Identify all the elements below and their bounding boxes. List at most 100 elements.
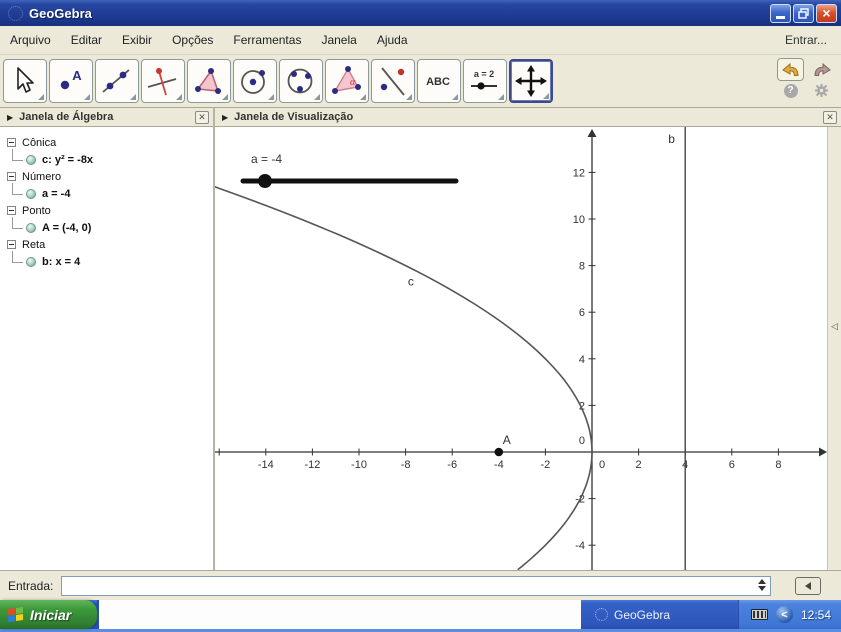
x-tick-label: -14 bbox=[258, 459, 274, 471]
restore-button[interactable] bbox=[793, 3, 814, 23]
panel-arrow-icon[interactable]: ▶ bbox=[222, 113, 228, 122]
visibility-sphere-icon[interactable] bbox=[26, 257, 36, 267]
spin-up-icon bbox=[758, 578, 767, 584]
tool-dropdown-icon[interactable] bbox=[360, 94, 366, 100]
visibility-sphere-icon[interactable] bbox=[26, 223, 36, 233]
tree-group-ponto[interactable]: Ponto bbox=[0, 202, 213, 219]
y-tick-label: 10 bbox=[573, 214, 585, 226]
x-tick-label: -4 bbox=[494, 459, 504, 471]
graphics-panel: ▶ Janela de Visualização ✕ -14 -12 -10 -8 -6… bbox=[209, 108, 841, 571]
menu-item-arquivo[interactable]: Arquivo bbox=[0, 29, 61, 51]
algebra-panel-header: ▶ Janela de Álgebra ✕ bbox=[0, 108, 213, 127]
minimize-button[interactable] bbox=[770, 3, 791, 23]
start-button[interactable]: Iniciar bbox=[0, 600, 97, 629]
algebra-tree: Cônica c: y² = -8x Número a = -4 Ponto A = (-… bbox=[0, 127, 213, 270]
tree-item[interactable]: b: x = 4 bbox=[0, 251, 213, 270]
language-tray-icon[interactable]: < bbox=[775, 606, 793, 623]
visibility-sphere-icon[interactable] bbox=[26, 155, 36, 165]
tree-branch-line bbox=[12, 149, 23, 161]
menu-item-ajuda[interactable]: Ajuda bbox=[367, 29, 418, 51]
input-history-spinner[interactable] bbox=[758, 578, 767, 591]
tree-group-reta[interactable]: Reta bbox=[0, 236, 213, 253]
menu-items: Arquivo Editar Exibir Opções Ferramentas Jane… bbox=[0, 29, 418, 51]
keyboard-tray-icon[interactable] bbox=[750, 609, 768, 620]
menu-item-opcoes[interactable]: Opções bbox=[162, 29, 223, 51]
algebra-panel-close-button[interactable]: ✕ bbox=[195, 110, 209, 124]
input-help-toggle-button[interactable] bbox=[795, 576, 822, 595]
tool-dropdown-icon[interactable] bbox=[130, 94, 136, 100]
tool-move-button[interactable] bbox=[3, 59, 47, 103]
help-button[interactable]: ? bbox=[783, 83, 798, 98]
tool-special-line-button[interactable] bbox=[141, 59, 185, 103]
tool-point-button[interactable]: A bbox=[49, 59, 93, 103]
tool-dropdown-icon[interactable] bbox=[38, 94, 44, 100]
tool-text-button[interactable]: ABC bbox=[417, 59, 461, 103]
menu-item-janela[interactable]: Janela bbox=[311, 29, 366, 51]
tool-dropdown-icon[interactable] bbox=[176, 94, 182, 100]
tool-circle-button[interactable] bbox=[233, 59, 277, 103]
point-icon: A bbox=[60, 68, 82, 90]
task-label: GeoGebra bbox=[614, 607, 671, 622]
window-controls: × bbox=[770, 3, 837, 23]
start-button-label: Iniciar bbox=[30, 606, 72, 623]
svg-text:a = 2: a = 2 bbox=[474, 69, 494, 79]
collapse-minus-icon[interactable] bbox=[7, 206, 16, 215]
undo-button[interactable] bbox=[777, 58, 804, 81]
tool-conic-button[interactable] bbox=[279, 59, 323, 103]
graphics-panel-header: ▶ Janela de Visualização ✕ bbox=[215, 108, 841, 127]
tool-slider-button[interactable]: a = 2 bbox=[463, 59, 507, 103]
panel-arrow-icon[interactable]: ▶ bbox=[7, 113, 13, 122]
title-bar[interactable]: GeoGebra × bbox=[0, 0, 841, 26]
tool-dropdown-icon[interactable] bbox=[452, 94, 458, 100]
slider-a-knob[interactable] bbox=[258, 174, 272, 188]
y-tick-label: -4 bbox=[575, 540, 585, 552]
line-icon bbox=[102, 69, 130, 93]
tree-item[interactable]: a = -4 bbox=[0, 183, 213, 202]
taskbar-task-geogebra[interactable]: GeoGebra bbox=[581, 600, 731, 629]
visibility-sphere-icon[interactable] bbox=[26, 189, 36, 199]
line-b-label: b bbox=[668, 132, 675, 146]
reflect-icon bbox=[380, 67, 405, 96]
tool-transform-button[interactable] bbox=[371, 59, 415, 103]
collapse-minus-icon[interactable] bbox=[7, 138, 16, 147]
collapse-minus-icon[interactable] bbox=[7, 172, 16, 181]
tool-dropdown-icon[interactable] bbox=[222, 94, 228, 100]
tool-dropdown-icon[interactable] bbox=[543, 93, 549, 99]
toolbar-right-cluster: ? bbox=[777, 58, 835, 98]
graph-canvas[interactable]: -14-12-10-8-6-4-202468-4-2024681012bcAa … bbox=[209, 127, 828, 571]
tool-angle-button[interactable]: α bbox=[325, 59, 369, 103]
graphics-panel-close-button[interactable]: ✕ bbox=[823, 110, 837, 124]
tool-dropdown-icon[interactable] bbox=[84, 94, 90, 100]
point-A[interactable] bbox=[494, 447, 504, 457]
tool-polygon-button[interactable] bbox=[187, 59, 231, 103]
tool-dropdown-icon[interactable] bbox=[406, 94, 412, 100]
tree-group-conica[interactable]: Cônica bbox=[0, 134, 213, 151]
x-tick-label: -8 bbox=[401, 459, 411, 471]
menu-sign-in[interactable]: Entrar... bbox=[785, 33, 841, 47]
graphics-view[interactable]: -14-12-10-8-6-4-202468-4-2024681012bcAa … bbox=[209, 127, 828, 571]
tool-dropdown-icon[interactable] bbox=[268, 94, 274, 100]
parabola-curve-c[interactable] bbox=[209, 184, 593, 571]
tree-group-numero[interactable]: Número bbox=[0, 168, 213, 185]
tree-item[interactable]: c: y² = -8x bbox=[0, 149, 213, 168]
tool-dropdown-icon[interactable] bbox=[314, 94, 320, 100]
tree-item[interactable]: A = (-4, 0) bbox=[0, 217, 213, 236]
menu-item-editar[interactable]: Editar bbox=[61, 29, 112, 51]
tool-move-view-button[interactable] bbox=[509, 59, 553, 103]
menu-item-exibir[interactable]: Exibir bbox=[112, 29, 162, 51]
settings-gear-icon[interactable] bbox=[814, 83, 829, 98]
angle-icon: α bbox=[332, 66, 361, 94]
collapse-left-icon[interactable]: ◁ bbox=[831, 321, 838, 332]
close-button[interactable]: × bbox=[816, 3, 837, 23]
command-input[interactable] bbox=[61, 575, 772, 596]
tool-dropdown-icon[interactable] bbox=[498, 94, 504, 100]
collapse-minus-icon[interactable] bbox=[7, 240, 16, 249]
redo-button[interactable] bbox=[808, 58, 835, 81]
undo-icon bbox=[781, 62, 799, 76]
tool-line-button[interactable] bbox=[95, 59, 139, 103]
spin-down-icon bbox=[758, 585, 767, 591]
tree-branch-line bbox=[12, 217, 23, 229]
menu-item-ferramentas[interactable]: Ferramentas bbox=[223, 29, 311, 51]
x-tick-label: 6 bbox=[729, 459, 735, 471]
y-axis-arrow-icon bbox=[587, 129, 597, 137]
